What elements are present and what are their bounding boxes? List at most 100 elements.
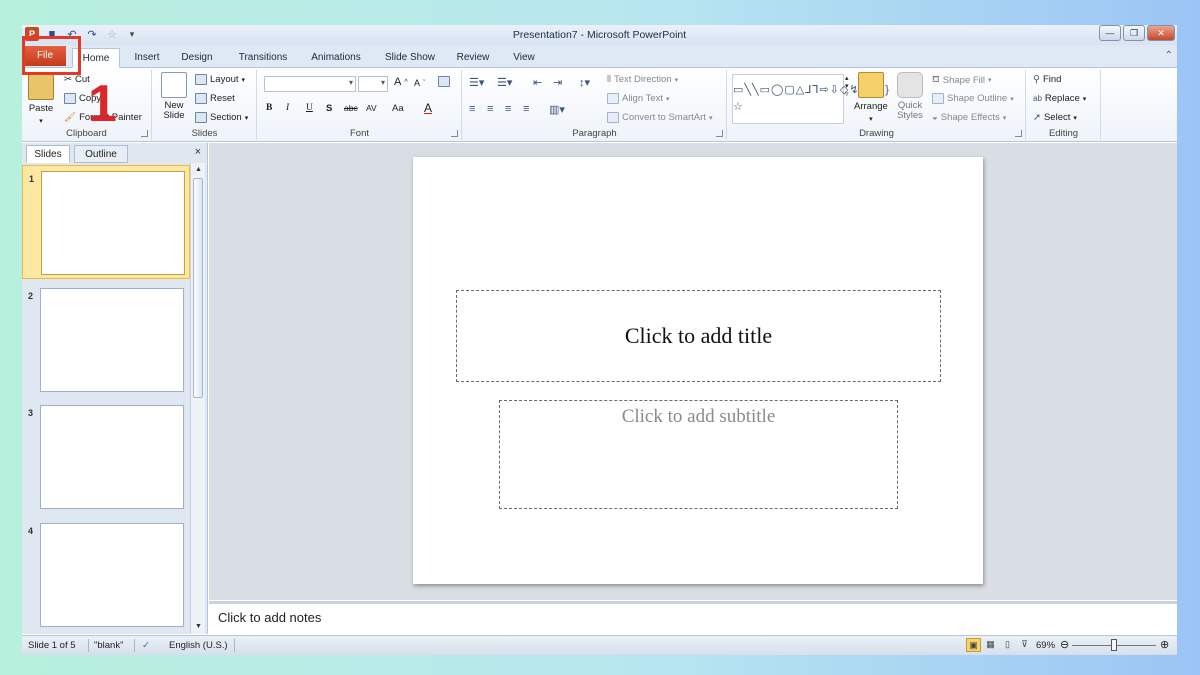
normal-view-icon[interactable]: ▣ xyxy=(966,638,981,652)
change-case-button[interactable]: Aa xyxy=(392,103,404,114)
text-direction-button[interactable]: ⫴ Text Direction ▾ xyxy=(607,74,678,85)
font-size-combo[interactable] xyxy=(358,76,388,92)
columns-icon[interactable]: ▥▾ xyxy=(549,103,565,116)
shape-effects-button[interactable]: ◒ Shape Effects ▾ xyxy=(932,112,1006,123)
strikethrough-button[interactable]: abc xyxy=(344,103,358,113)
zoom-in-icon[interactable]: ⊕ xyxy=(1160,638,1169,651)
paragraph-launcher-icon[interactable] xyxy=(716,130,723,137)
clear-formatting-icon[interactable] xyxy=(438,76,450,87)
tab-outline[interactable]: Outline xyxy=(74,145,128,163)
scroll-down-icon[interactable]: ▼ xyxy=(191,620,206,634)
title-placeholder[interactable]: Click to add title xyxy=(456,290,941,382)
decrease-indent-icon[interactable]: ⇤ xyxy=(533,76,542,89)
align-center-icon[interactable]: ≡ xyxy=(487,103,493,115)
slide-thumbnail[interactable]: 3 xyxy=(22,400,190,514)
spell-check-icon[interactable]: ✓ xyxy=(142,640,150,651)
tab-transitions[interactable]: Transitions xyxy=(230,48,296,68)
bullets-icon[interactable]: ☰▾ xyxy=(469,76,484,89)
align-right-icon[interactable]: ≡ xyxy=(505,103,511,115)
tab-slides[interactable]: Slides xyxy=(26,145,70,163)
minimize-button[interactable]: — xyxy=(1099,25,1121,41)
justify-icon[interactable]: ≡ xyxy=(523,103,529,115)
slide-thumbnail[interactable]: 1 xyxy=(22,165,190,279)
text-direction-icon: ⫴ xyxy=(607,74,611,85)
scroll-thumb[interactable] xyxy=(193,178,203,398)
italic-button[interactable]: I xyxy=(286,103,289,113)
convert-smartart-button[interactable]: Convert to SmartArt ▾ xyxy=(607,112,712,123)
shape-effects-label: Shape Effects xyxy=(940,112,1000,123)
restore-button[interactable]: ❐ xyxy=(1123,25,1145,41)
numbering-icon[interactable]: ☰▾ xyxy=(497,76,512,89)
close-button[interactable]: ✕ xyxy=(1147,25,1175,41)
font-name-combo[interactable] xyxy=(264,76,356,92)
grow-font-label: A xyxy=(394,76,402,88)
slide-count: Slide 1 of 5 xyxy=(28,640,76,651)
underline-button[interactable]: U xyxy=(306,103,313,113)
reading-view-icon[interactable]: ▯ xyxy=(1000,638,1015,652)
clipboard-launcher-icon[interactable] xyxy=(141,130,148,137)
close-pane-icon[interactable]: × xyxy=(195,146,201,158)
slide-show-view-icon[interactable]: ⊽ xyxy=(1017,638,1032,652)
reset-button[interactable]: Reset xyxy=(195,93,235,104)
thumbnail-image xyxy=(40,523,184,627)
section-button[interactable]: Section ▾ xyxy=(195,112,248,123)
cut-button[interactable]: ✂ Cut xyxy=(64,74,90,85)
theme-name[interactable]: "blank" xyxy=(94,640,123,651)
paragraph-group: ☰▾ ☰▾ ⇤ ⇥ ↕▾ ≡ ≡ ≡ ≡ ▥▾ ⫴ Text Direction ▾… xyxy=(463,70,727,140)
bold-button[interactable]: B xyxy=(266,103,272,113)
subtitle-placeholder[interactable]: Click to add subtitle xyxy=(499,400,898,509)
tab-view[interactable]: View xyxy=(506,48,542,68)
arrange-button[interactable]: Arrange ▾ xyxy=(854,72,888,123)
quick-styles-button[interactable]: Quick Styles xyxy=(894,72,926,121)
layout-button[interactable]: Layout ▾ xyxy=(195,74,245,85)
slides-scrollbar[interactable]: ▲ ▼ xyxy=(190,163,205,634)
tab-slide-show[interactable]: Slide Show xyxy=(379,48,441,68)
select-icon: ➚ xyxy=(1033,112,1041,123)
font-launcher-icon[interactable] xyxy=(451,130,458,137)
text-shadow-button[interactable]: S xyxy=(326,103,332,114)
font-color-button[interactable]: A xyxy=(424,101,432,115)
shape-fill-button[interactable]: ⛾ Shape Fill ▾ xyxy=(932,74,992,86)
paste-button[interactable]: Paste ▾ xyxy=(28,74,54,125)
zoom-level[interactable]: 69% xyxy=(1036,640,1055,651)
grow-font-button[interactable]: A ^ xyxy=(394,76,408,88)
align-text-button[interactable]: Align Text ▾ xyxy=(607,93,670,104)
line-spacing-icon[interactable]: ↕▾ xyxy=(579,76,590,89)
align-left-icon[interactable]: ≡ xyxy=(469,103,475,115)
scroll-up-icon[interactable]: ▲ xyxy=(191,163,206,177)
slide-sorter-view-icon[interactable]: ▦ xyxy=(983,638,998,652)
slide-thumbnail[interactable]: 2 xyxy=(22,283,190,397)
quick-styles-label: Quick Styles xyxy=(897,100,923,121)
tab-insert[interactable]: Insert xyxy=(125,48,169,68)
select-label: Select xyxy=(1043,112,1071,123)
slide-canvas[interactable]: Click to add title Click to add subtitle xyxy=(413,157,983,584)
shapes-scroll-icon[interactable]: ▴ ▾ ▿ xyxy=(845,74,849,98)
zoom-out-icon[interactable]: ⊖ xyxy=(1060,638,1069,651)
clipboard-group: Paste ▾ ✂ Cut Copy 🖌 Format Painter Clipbo… xyxy=(22,70,152,140)
shrink-font-button[interactable]: Aˇ xyxy=(414,78,425,88)
slide-number: 4 xyxy=(28,526,34,536)
shapes-gallery[interactable]: ▭╲╲▭◯▢△⅃⅂⇨⇩◇↯⌒∧{}☆ xyxy=(732,74,889,124)
drawing-group-label: Drawing xyxy=(859,128,894,139)
character-spacing-button[interactable]: AV xyxy=(366,103,377,113)
shape-outline-button[interactable]: Shape Outline ▾ xyxy=(932,93,1014,104)
new-slide-button[interactable]: New Slide xyxy=(159,72,189,121)
increase-indent-icon[interactable]: ⇥ xyxy=(553,76,562,89)
shrink-font-label: A xyxy=(414,78,421,88)
tab-animations[interactable]: Animations xyxy=(305,48,367,68)
drawing-launcher-icon[interactable] xyxy=(1015,130,1022,137)
shape-outline-icon xyxy=(932,93,944,104)
arrange-icon xyxy=(857,72,884,98)
language[interactable]: English (U.S.) xyxy=(169,640,228,651)
minimize-ribbon-icon[interactable]: ⌃ xyxy=(1165,50,1173,61)
notes-pane[interactable]: Click to add notes xyxy=(209,601,1177,635)
zoom-slider-thumb[interactable] xyxy=(1111,639,1117,651)
annotation-highlight-box xyxy=(22,36,81,75)
select-button[interactable]: ➚ Select ▾ xyxy=(1033,112,1077,123)
replace-button[interactable]: ab Replace ▾ xyxy=(1033,93,1086,104)
status-bar: Slide 1 of 5 "blank" ✓ English (U.S.) ▣ … xyxy=(22,635,1177,655)
tab-review[interactable]: Review xyxy=(452,48,494,68)
find-button[interactable]: ⚲ Find xyxy=(1033,74,1061,85)
tab-design[interactable]: Design xyxy=(174,48,220,68)
slide-thumbnail[interactable]: 4 xyxy=(22,518,190,632)
